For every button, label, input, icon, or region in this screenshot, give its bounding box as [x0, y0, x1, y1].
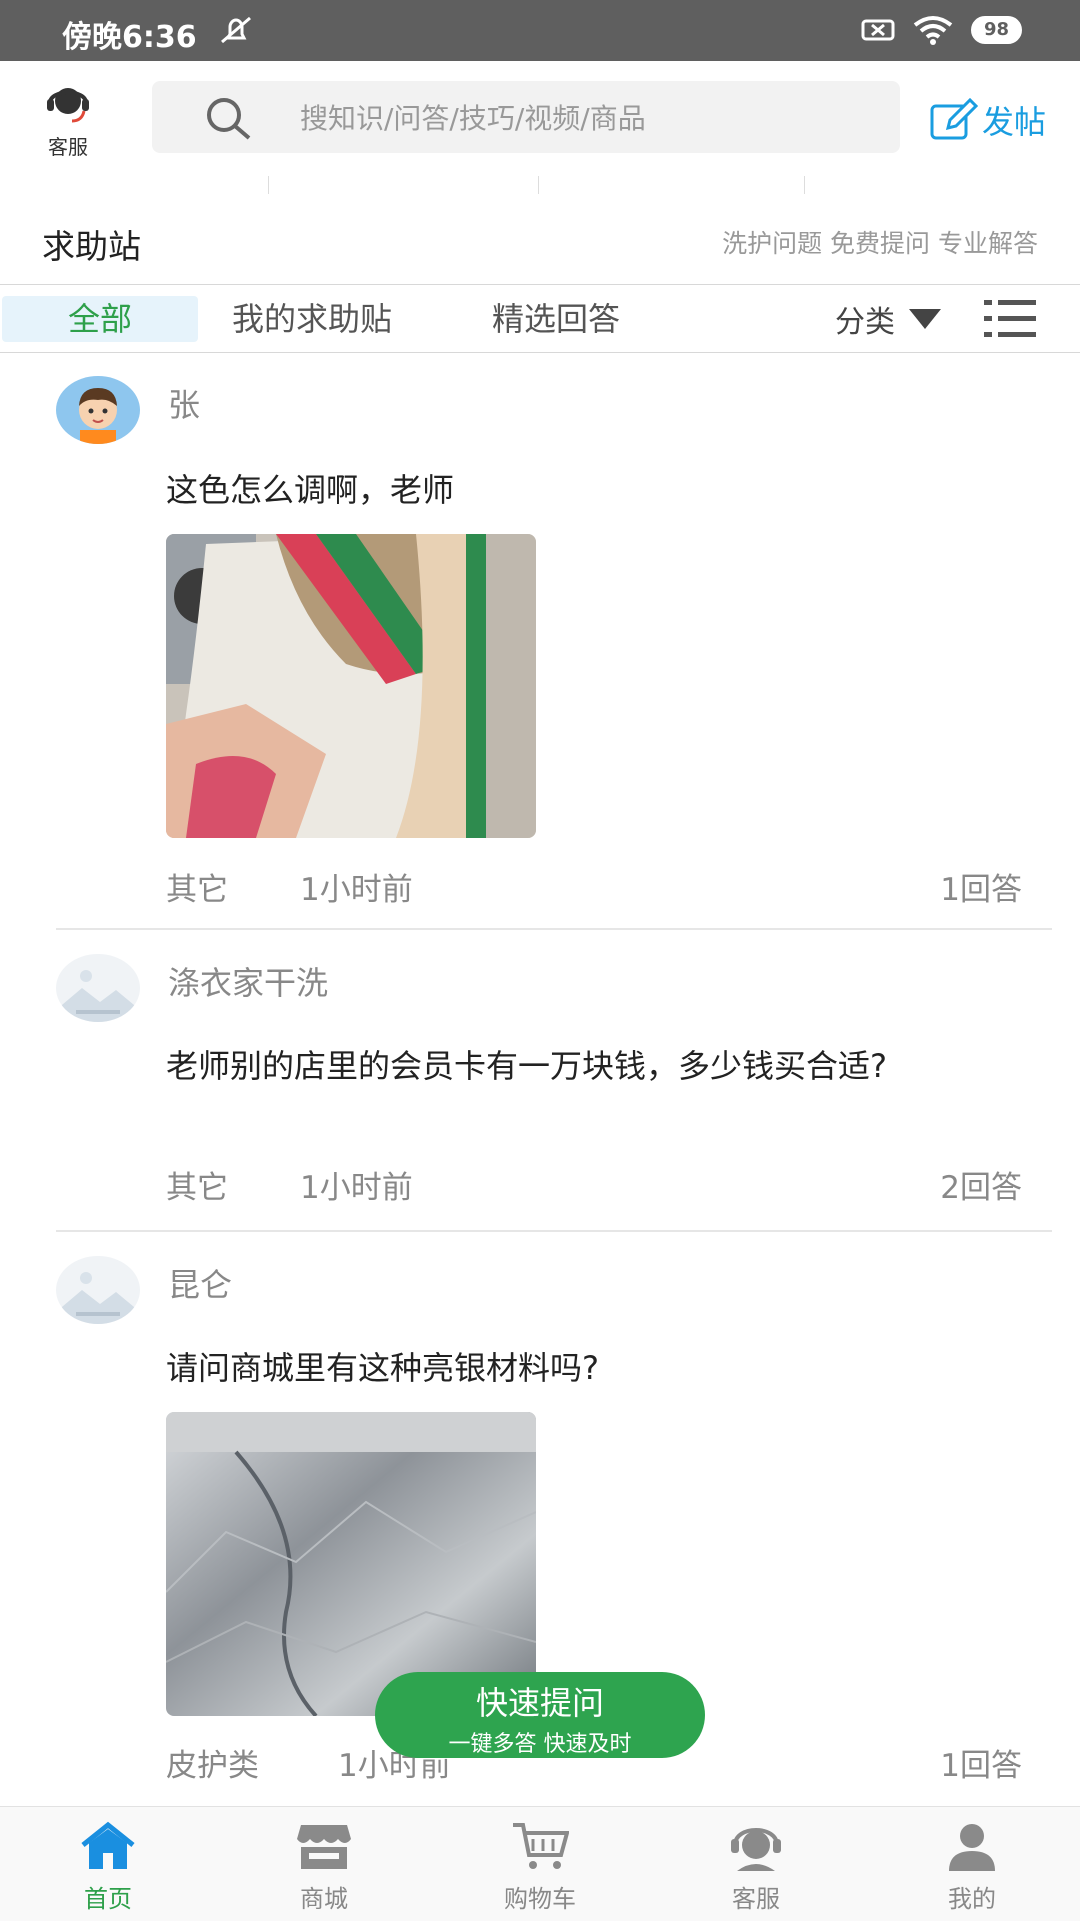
avatar-placeholder	[56, 954, 140, 1022]
quick-ask-button[interactable]: 快速提问 一键多答 快速及时	[375, 1672, 705, 1758]
answer-count[interactable]: 1回答	[940, 864, 1022, 909]
cart-icon	[513, 1823, 569, 1869]
post-image[interactable]	[166, 1412, 536, 1716]
user-name: 张	[168, 386, 201, 424]
tab-all[interactable]: 全部	[2, 296, 198, 342]
list-view-icon[interactable]	[982, 296, 1038, 342]
shop-icon	[297, 1825, 351, 1869]
nav-label: 购物车	[504, 1885, 576, 1913]
tab-featured-answers[interactable]: 精选回答	[492, 296, 620, 342]
divider-tick	[538, 176, 539, 194]
customer-service-button[interactable]: 客服	[32, 81, 104, 161]
user-name: 涤衣家干洗	[168, 964, 329, 1002]
help-station-header: 求助站 洗护问题 免费提问 专业解答	[0, 200, 1080, 285]
post-category: 其它	[166, 872, 228, 908]
headset-icon	[731, 1828, 781, 1871]
tab-my-help-posts[interactable]: 我的求助贴	[232, 296, 392, 342]
home-icon	[81, 1821, 135, 1869]
post-category: 皮护类	[166, 1748, 259, 1784]
wifi-icon	[913, 16, 953, 45]
sim-off-icon	[861, 19, 895, 41]
answer-count[interactable]: 2回答	[940, 1162, 1022, 1207]
bottom-navigation: 首页 商城 购物车 客服 我的	[0, 1806, 1080, 1921]
user-name: 昆仑	[168, 1266, 233, 1304]
nav-label: 商城	[300, 1885, 348, 1913]
answer-count[interactable]: 1回答	[940, 1740, 1022, 1785]
divider-tick	[804, 176, 805, 194]
nav-label: 首页	[84, 1885, 132, 1913]
search-input[interactable]	[298, 81, 862, 155]
post-label: 发帖	[982, 103, 1047, 141]
divider-tick	[268, 176, 269, 194]
search-bar[interactable]	[152, 81, 900, 155]
post-text: 请问商城里有这种亮银材料吗?	[166, 1349, 599, 1387]
edit-icon	[930, 98, 978, 140]
category-label: 分类	[835, 305, 895, 340]
battery-indicator: 98	[970, 16, 1022, 44]
nav-customer-service[interactable]: 客服	[696, 1821, 816, 1914]
user-icon	[949, 1824, 995, 1871]
quick-ask-title: 快速提问	[475, 1684, 604, 1722]
avatar-placeholder	[56, 1256, 140, 1324]
avatar	[56, 376, 140, 444]
post-divider	[56, 928, 1052, 930]
customer-service-label: 客服	[48, 135, 88, 159]
headset-icon	[47, 88, 89, 123]
nav-label: 我的	[948, 1885, 996, 1913]
section-subtitle: 洗护问题 免费提问 专业解答	[722, 229, 1038, 258]
section-title: 求助站	[42, 227, 141, 266]
post-button[interactable]: 发帖	[928, 95, 1046, 145]
nav-home[interactable]: 首页	[48, 1821, 168, 1914]
post-time: 1小时前	[300, 1170, 413, 1206]
post-text: 老师别的店里的会员卡有一万块钱，多少钱买合适?	[166, 1047, 887, 1085]
nav-cart[interactable]: 购物车	[480, 1821, 600, 1914]
post-image[interactable]	[166, 534, 536, 838]
status-bar: 傍晚6:36 98	[0, 0, 1080, 61]
post-time: 1小时前	[300, 872, 413, 908]
category-dropdown[interactable]: 分类	[835, 296, 941, 342]
nav-shop[interactable]: 商城	[264, 1821, 384, 1914]
mute-bell-icon	[221, 16, 251, 44]
post-category: 其它	[166, 1170, 228, 1206]
nav-label: 客服	[732, 1885, 780, 1913]
status-time: 傍晚6:36	[62, 20, 197, 55]
post-text: 这色怎么调啊，老师	[166, 471, 455, 509]
filter-tabs: 全部 我的求助贴 精选回答 分类	[0, 286, 1080, 353]
post-divider	[56, 1230, 1052, 1232]
quick-ask-subtitle: 一键多答 快速及时	[448, 1732, 632, 1757]
search-icon	[207, 98, 251, 140]
top-header: 客服 发帖	[0, 61, 1080, 179]
nav-mine[interactable]: 我的	[912, 1821, 1032, 1914]
caret-down-icon	[909, 309, 941, 329]
status-icons: 98	[861, 14, 1022, 46]
